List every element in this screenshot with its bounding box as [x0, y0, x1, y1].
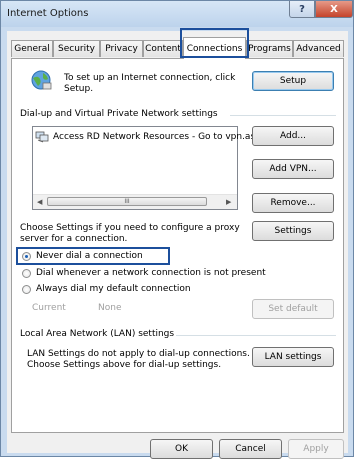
scroll-right-icon[interactable]: ▶ [226, 198, 231, 206]
title-bar[interactable]: Internet Options ? X [1, 1, 353, 27]
setup-text-line1: To set up an Internet connection, click [64, 73, 236, 83]
scroll-left-icon[interactable]: ◀ [37, 198, 42, 206]
apply-button[interactable]: Apply [288, 439, 344, 459]
lan-group-label: Local Area Network (LAN) settings [20, 329, 175, 339]
network-connection-icon [35, 131, 49, 143]
radio-button[interactable] [22, 252, 31, 261]
tab-security[interactable]: Security [53, 40, 100, 57]
tab-general[interactable]: General [11, 40, 53, 57]
current-label: Current [32, 303, 66, 313]
lan-text-line1: LAN Settings do not apply to dial-up con… [27, 349, 250, 359]
tab-programs[interactable]: Programs [246, 40, 293, 57]
close-icon: X [330, 3, 338, 15]
add-vpn-button[interactable]: Add VPN... [252, 159, 334, 179]
close-button[interactable]: X [315, 1, 353, 18]
help-icon: ? [299, 3, 305, 15]
remove-button[interactable]: Remove... [252, 193, 334, 213]
connection-name: Access RD Network Resources - Go to vpn.… [53, 132, 256, 142]
list-item[interactable]: Access RD Network Resources - Go to vpn.… [35, 130, 255, 144]
horizontal-scrollbar[interactable]: ◀ III ▶ [33, 194, 237, 209]
set-default-button[interactable]: Set default [252, 299, 334, 319]
ok-button[interactable]: OK [150, 439, 213, 459]
dialup-group-label: Dial-up and Virtual Private Network sett… [20, 109, 218, 119]
proxy-text-line2: server for a connection. [20, 234, 128, 244]
help-button[interactable]: ? [289, 1, 315, 18]
scroll-thumb[interactable]: III [47, 197, 207, 206]
radio-label: Dial whenever a network connection is no… [36, 268, 266, 278]
dialog-body: General Security Privacy Content Connect… [7, 28, 348, 459]
group-divider [176, 335, 336, 336]
lan-settings-button[interactable]: LAN settings [252, 347, 334, 367]
connections-panel: To set up an Internet connection, click … [11, 58, 344, 433]
group-divider [230, 115, 336, 116]
tab-privacy[interactable]: Privacy [100, 40, 143, 57]
tab-content[interactable]: Content [143, 40, 183, 57]
setup-button[interactable]: Setup [252, 71, 334, 91]
tab-strip: General Security Privacy Content Connect… [7, 37, 348, 59]
globe-network-icon [31, 70, 52, 90]
radio-button[interactable] [22, 285, 31, 294]
radio-button[interactable] [22, 269, 31, 278]
connections-list[interactable]: Access RD Network Resources - Go to vpn.… [32, 126, 255, 210]
add-button[interactable]: Add... [252, 126, 334, 146]
cancel-button[interactable]: Cancel [219, 439, 282, 459]
lan-text-line2: Choose Settings above for dial-up settin… [27, 360, 222, 370]
radio-label: Never dial a connection [36, 251, 143, 261]
radio-label: Always dial my default connection [36, 284, 191, 294]
settings-button[interactable]: Settings [252, 221, 334, 241]
window-title: Internet Options [7, 8, 89, 19]
internet-options-window: Internet Options ? X General Security Pr… [0, 0, 354, 459]
tab-advanced[interactable]: Advanced [293, 40, 344, 57]
connections-tab-highlight [180, 28, 249, 58]
scroll-grip-icon: III [124, 198, 130, 205]
setup-text-line2: Setup. [64, 84, 94, 94]
proxy-text-line1: Choose Settings if you need to configure… [20, 223, 240, 233]
current-value: None [98, 303, 122, 313]
